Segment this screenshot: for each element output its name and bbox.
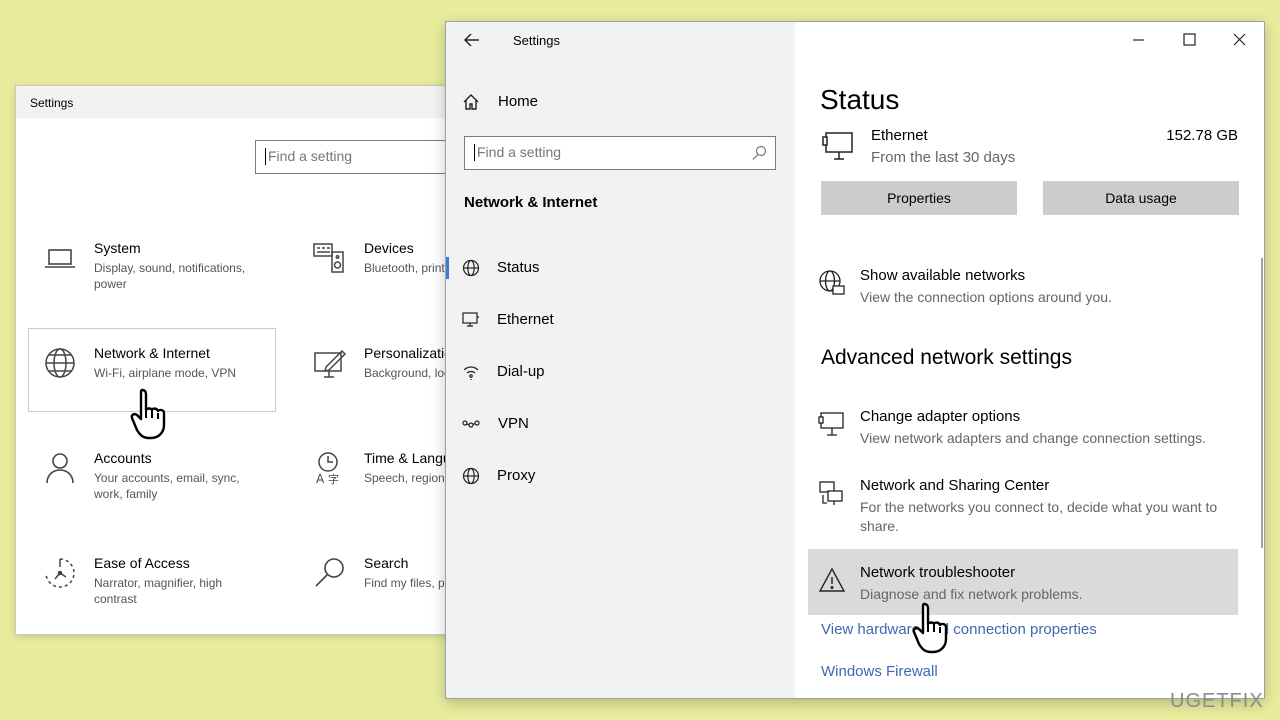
change-adapter-options[interactable]: Change adapter options View network adap… (818, 408, 1248, 448)
personalization-icon (312, 345, 348, 381)
home-icon (462, 93, 480, 111)
search-input[interactable]: Find a setting (255, 140, 456, 174)
ease-of-access-icon (42, 555, 78, 591)
category-system[interactable]: System Display, sound, notifications, po… (32, 240, 282, 320)
ethernet-icon (822, 130, 858, 162)
nav-item-proxy[interactable]: Proxy (446, 454, 795, 498)
laptop-icon (42, 240, 78, 276)
warning-icon (818, 566, 846, 594)
selection-indicator (446, 257, 449, 279)
settings-window: Settings Home Find a setting Network & I… (446, 22, 1264, 698)
ethernet-icon (462, 311, 480, 329)
advanced-settings-heading: Advanced network settings (821, 346, 1072, 369)
dialup-icon (462, 363, 480, 381)
category-search[interactable]: Search Find my files, permissions (302, 555, 452, 634)
scrollbar[interactable] (1261, 258, 1263, 548)
ethernet-usage: 152.78 GB (1166, 127, 1238, 144)
close-button[interactable] (1217, 28, 1263, 50)
globe-icon (462, 259, 480, 277)
nav-item-status[interactable]: Status (446, 246, 795, 290)
category-time-language[interactable]: A字 Time & Language Speech, region, date (302, 450, 452, 530)
category-personalization[interactable]: Personalization Background, lock screen,… (302, 345, 456, 425)
category-devices[interactable]: Devices Bluetooth, printers, mouse (302, 240, 456, 320)
watermark: UGETFIX (1170, 690, 1264, 712)
ethernet-name: Ethernet (871, 127, 928, 144)
adapter-icon (818, 410, 846, 438)
svg-text:A: A (316, 472, 325, 486)
minimize-button[interactable] (1115, 28, 1161, 50)
back-settings-window: Settings Find a setting System Display, … (16, 86, 456, 634)
globe-icon (818, 269, 846, 297)
properties-button[interactable]: Properties (821, 181, 1017, 215)
network-troubleshooter[interactable]: Network troubleshooter Diagnose and fix … (818, 564, 1248, 606)
devices-icon (312, 240, 348, 276)
search-icon (752, 145, 767, 160)
data-usage-button[interactable]: Data usage (1043, 181, 1239, 215)
hand-cursor-icon (912, 600, 964, 663)
window-title: Settings (30, 96, 74, 110)
nav-item-vpn[interactable]: VPN (446, 402, 795, 446)
maximize-button[interactable] (1166, 28, 1212, 50)
network-sharing-center[interactable]: Network and Sharing Center For the netwo… (818, 477, 1248, 537)
title-bar (16, 86, 456, 118)
nav-section-title: Network & Internet (464, 194, 598, 211)
category-accounts[interactable]: Accounts Your accounts, email, sync, wor… (32, 450, 282, 530)
window-title: Settings (513, 33, 560, 48)
globe-icon (42, 345, 78, 381)
windows-firewall-link[interactable]: Windows Firewall (821, 663, 938, 680)
sharing-center-icon (818, 479, 846, 507)
nav-item-dial-up[interactable]: Dial-up (446, 350, 795, 394)
show-available-networks[interactable]: Show available networks View the connect… (818, 267, 1248, 307)
vpn-icon (462, 415, 480, 433)
person-icon (42, 450, 78, 486)
search-icon (312, 555, 348, 591)
page-title: Status (820, 84, 900, 115)
time-language-icon: A字 (312, 450, 348, 486)
nav-home[interactable]: Home (446, 80, 795, 124)
category-ease-of-access[interactable]: Ease of Access Narrator, magnifier, high… (32, 555, 282, 634)
ethernet-period: From the last 30 days (871, 149, 1016, 166)
nav-search-input[interactable]: Find a setting (464, 136, 776, 170)
globe-icon (462, 467, 480, 485)
hand-cursor-icon (130, 386, 182, 447)
svg-text:字: 字 (328, 472, 339, 486)
back-arrow-icon[interactable] (462, 30, 482, 50)
nav-item-ethernet[interactable]: Ethernet (446, 298, 795, 342)
